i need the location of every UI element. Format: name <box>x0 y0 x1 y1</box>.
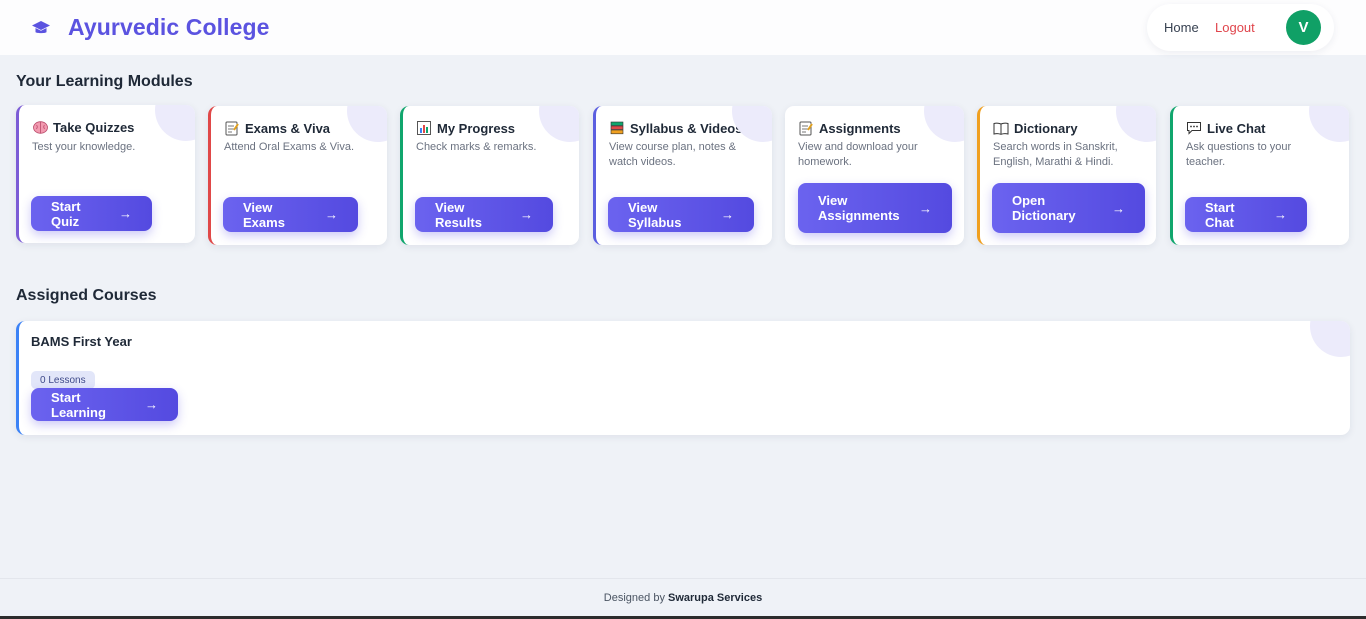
arrow-right-icon: → <box>1112 200 1125 216</box>
footer-prefix: Designed by <box>603 592 665 604</box>
card-title: My Progress <box>437 120 516 136</box>
memo-icon <box>798 120 814 136</box>
avatar[interactable]: V <box>1286 10 1321 45</box>
course-card: BAMS First Year 0 Lessons Start Learning… <box>16 321 1350 435</box>
arrow-right-icon: → <box>919 200 932 216</box>
modules-section-title: Your Learning Modules <box>16 73 193 90</box>
footer-company: Swarupa Services <box>668 592 763 604</box>
arrow-right-icon: → <box>119 206 132 221</box>
books-icon <box>609 120 625 136</box>
view-results-button[interactable]: View Results → <box>415 197 553 232</box>
brain-icon <box>32 119 48 135</box>
user-nav: Home Logout V <box>1147 4 1334 51</box>
nav-logout-link[interactable]: Logout <box>1215 20 1255 35</box>
brand[interactable]: Ayurvedic College <box>30 14 270 41</box>
module-card-progress: My Progress Check marks & remarks. View … <box>400 106 579 245</box>
view-syllabus-button[interactable]: View Syllabus → <box>608 197 754 232</box>
graduation-cap-icon <box>30 17 52 39</box>
speech-bubble-icon <box>1186 120 1202 136</box>
card-description: Attend Oral Exams & Viva. <box>224 141 355 153</box>
card-title: Take Quizzes <box>53 119 135 135</box>
nav-home-link[interactable]: Home <box>1164 20 1199 35</box>
view-assignments-button[interactable]: View Assignments → <box>798 183 952 233</box>
module-card-dictionary: Dictionary Search words in Sanskrit, Eng… <box>977 106 1156 245</box>
card-title: Exams & Viva <box>245 120 331 136</box>
card-description: View and download your homework. <box>798 141 918 168</box>
courses-section-title: Assigned Courses <box>16 287 157 304</box>
card-description: View course plan, notes & watch videos. <box>609 141 736 168</box>
arrow-right-icon: → <box>145 397 158 412</box>
start-chat-button[interactable]: Start Chat → <box>1185 197 1307 232</box>
module-card-live-chat: Live Chat Ask questions to your teacher.… <box>1170 106 1349 245</box>
card-description: Search words in Sanskrit, English, Marat… <box>993 141 1118 168</box>
memo-icon <box>224 120 240 136</box>
view-exams-button[interactable]: View Exams → <box>223 197 358 232</box>
module-card-syllabus: Syllabus & Videos View course plan, note… <box>593 106 772 245</box>
start-quiz-button[interactable]: Start Quiz → <box>31 196 152 231</box>
card-description: Test your knowledge. <box>32 141 136 153</box>
card-title: Assignments <box>819 120 901 136</box>
bar-chart-icon <box>416 120 432 136</box>
footer: Designed by Swarupa Services <box>0 578 1366 619</box>
card-title: Live Chat <box>1207 120 1266 136</box>
module-card-exams: Exams & Viva Attend Oral Exams & Viva. V… <box>208 106 387 245</box>
course-title: BAMS First Year <box>31 334 132 349</box>
arrow-right-icon: → <box>520 207 533 222</box>
module-card-assignments: Assignments View and download your homew… <box>785 106 964 245</box>
card-description: Check marks & remarks. <box>416 141 537 153</box>
module-card-quizzes: Take Quizzes Test your knowledge. Start … <box>16 105 195 243</box>
open-dictionary-button[interactable]: Open Dictionary → <box>992 183 1145 233</box>
lessons-badge: 0 Lessons <box>31 371 95 389</box>
start-learning-button[interactable]: Start Learning → <box>31 388 178 421</box>
brand-title: Ayurvedic College <box>68 14 270 40</box>
top-header: Ayurvedic College Home Logout V <box>0 0 1366 55</box>
card-title: Syllabus & Videos <box>630 120 743 136</box>
arrow-right-icon: → <box>325 207 338 222</box>
book-icon <box>993 120 1009 136</box>
card-description: Ask questions to your teacher. <box>1186 141 1292 168</box>
arrow-right-icon: → <box>1274 207 1287 222</box>
card-title: Dictionary <box>1014 120 1078 136</box>
arrow-right-icon: → <box>721 207 734 222</box>
